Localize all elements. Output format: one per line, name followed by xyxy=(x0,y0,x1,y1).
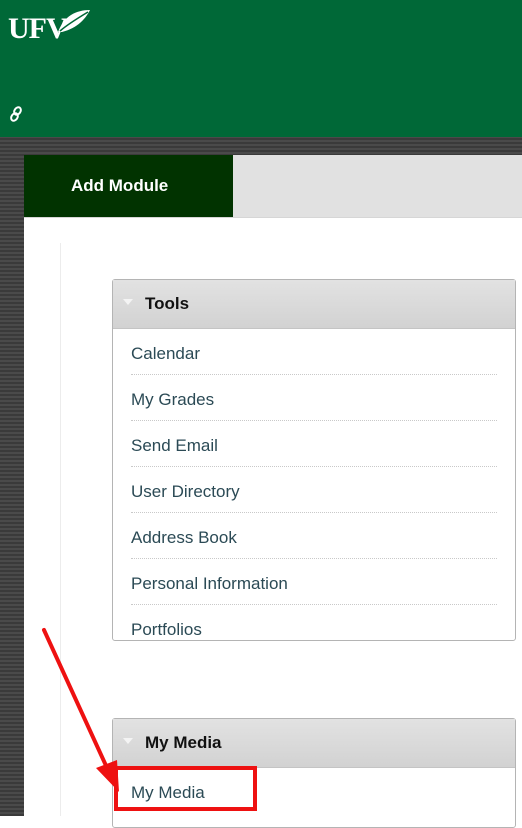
tools-link-user-directory[interactable]: User Directory xyxy=(131,467,497,513)
link-icon[interactable] xyxy=(8,106,24,122)
content-panel: Add Module Tools Calendar My Grades Send… xyxy=(24,155,522,828)
tools-module: Tools Calendar My Grades Send Email User… xyxy=(112,279,516,641)
collapse-caret-icon[interactable] xyxy=(123,299,133,305)
tools-link-calendar[interactable]: Calendar xyxy=(131,329,497,375)
tools-link-my-grades[interactable]: My Grades xyxy=(131,375,497,421)
tools-module-title: Tools xyxy=(145,294,190,313)
module-tab-bar: Add Module xyxy=(24,155,522,218)
tools-link-portfolios[interactable]: Portfolios xyxy=(131,605,497,650)
site-header: UFV xyxy=(0,0,522,137)
add-module-button[interactable]: Add Module xyxy=(24,155,233,217)
tools-module-body: Calendar My Grades Send Email User Direc… xyxy=(113,329,515,650)
tools-link-personal-information[interactable]: Personal Information xyxy=(131,559,497,605)
my-media-module-header[interactable]: My Media xyxy=(113,719,515,768)
tools-link-address-book[interactable]: Address Book xyxy=(131,513,497,559)
collapse-caret-icon[interactable] xyxy=(123,738,133,744)
leaf-logo-icon xyxy=(58,10,90,32)
tools-module-header[interactable]: Tools xyxy=(113,280,515,329)
tools-link-send-email[interactable]: Send Email xyxy=(131,421,497,467)
annotation-highlight-box xyxy=(114,766,257,811)
column-divider xyxy=(60,243,61,816)
my-media-module-title: My Media xyxy=(145,733,222,752)
